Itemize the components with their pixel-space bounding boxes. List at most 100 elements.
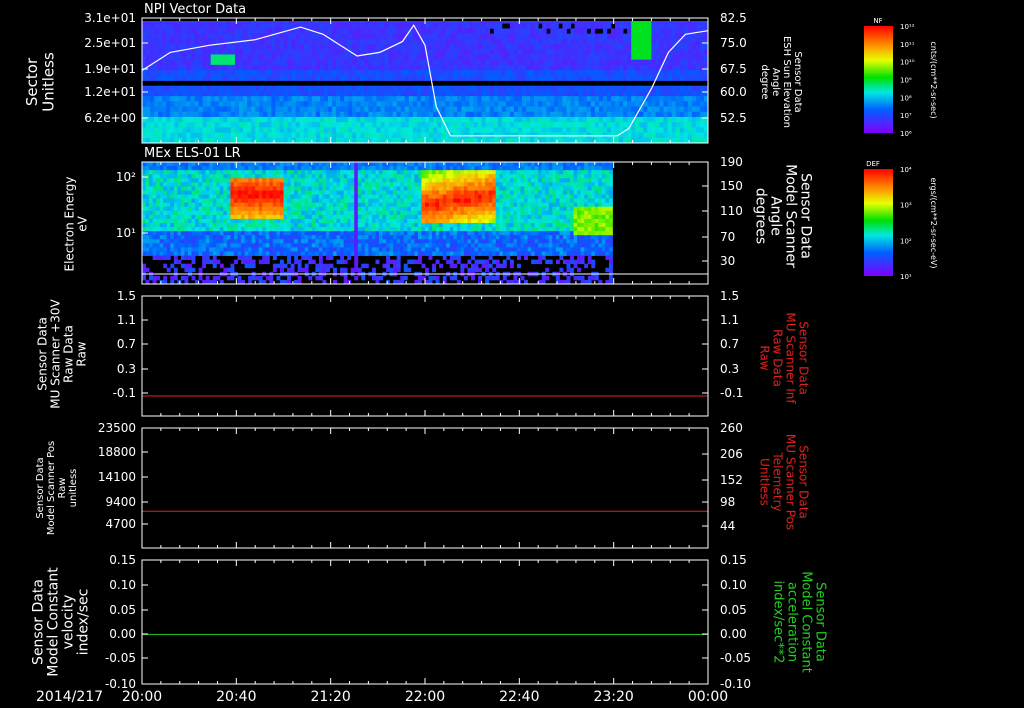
els-heatmap-cell (202, 194, 207, 199)
npi-heatmap-cell (517, 116, 523, 123)
npi-heatmap-cell (465, 23, 470, 29)
npi-heatmap-cell (239, 44, 244, 50)
npi-heatmap-cell (222, 64, 228, 71)
els-heatmap-cell (202, 214, 207, 220)
npi-heatmap-cell (251, 122, 256, 128)
npi-heatmap-cell (623, 59, 628, 66)
npi-heatmap-cell (295, 96, 301, 102)
npi-heatmap-cell (469, 90, 474, 97)
els-heatmap-cell (184, 198, 189, 204)
npi-heatmap-cell (150, 122, 155, 128)
npi-heatmap-cell (182, 70, 187, 76)
els-heatmap-cell (290, 206, 295, 212)
els-heatmap-cell (216, 218, 221, 224)
npi-heatmap-cell (441, 132, 446, 139)
els-heatmap-cell (357, 206, 362, 212)
npi-heatmap-cell (457, 70, 462, 76)
els-heatmap-cell (354, 206, 359, 212)
els-heatmap-cell (322, 190, 327, 195)
npi-heatmap-cell (376, 28, 381, 35)
npi-heatmap-cell (586, 59, 592, 66)
npi-heatmap-cell (445, 33, 450, 40)
npi-heatmap-cell (465, 28, 470, 35)
npi-heatmap-cell (303, 132, 309, 139)
els-heatmap-cell (308, 231, 313, 236)
npi-heatmap-cell (319, 75, 325, 81)
npi-heatmap-cell (433, 127, 438, 133)
els-heatmap-cell (205, 178, 210, 183)
npi-heatmap-cell (582, 101, 588, 107)
npi-heatmap-cell (586, 127, 592, 133)
els-heatmap-cell (209, 251, 214, 256)
npi-heatmap-cell (562, 111, 567, 118)
els-heatmap-cell (173, 218, 178, 224)
npi-heatmap-cell (190, 23, 195, 29)
npi-heatmap-cell (170, 106, 175, 113)
els-heatmap-cell (364, 251, 369, 256)
npi-heatmap-cell (408, 111, 414, 118)
els-heatmap-cell (226, 206, 231, 212)
npi-heatmap-cell (416, 101, 422, 107)
npi-heatmap-cell (295, 127, 301, 133)
npi-heatmap-cell (416, 116, 422, 123)
npi-heatmap-cell (578, 38, 584, 45)
npi-heatmap-cell (582, 106, 588, 113)
els-heatmap-cell (180, 235, 185, 240)
els-heatmap-cell (177, 182, 182, 187)
els-heatmap-cell (159, 218, 164, 224)
els-heatmap-cell (354, 239, 359, 244)
els-heatmap-cell (173, 247, 178, 252)
els-heatmap-cell (184, 275, 189, 281)
els-heatmap-cell (304, 243, 309, 248)
npi-heatmap-cell (384, 132, 390, 139)
els-heatmap-cell (230, 210, 235, 216)
npi-heatmap-cell (319, 54, 325, 61)
els-heatmap-cell (354, 174, 359, 179)
npi-heatmap-cell (198, 64, 204, 71)
els-heatmap-cell (343, 239, 348, 244)
els-heatmap-cell (244, 166, 249, 171)
npi-heatmap-cell (635, 38, 640, 45)
els-heatmap-cell (212, 174, 217, 179)
npi-heatmap-cell (388, 59, 394, 66)
npi-heatmap-cell (655, 23, 660, 29)
npi-heatmap-cell (271, 85, 276, 92)
els-heatmap-cell (187, 210, 192, 216)
npi-heatmap-cell (497, 90, 503, 97)
npi-heatmap-cell (202, 33, 208, 40)
npi-heatmap-cell (554, 33, 559, 40)
npi-heatmap-cell (376, 44, 381, 50)
npi-heatmap-cell (247, 111, 252, 118)
els-heatmap-cell (187, 174, 192, 179)
npi-heatmap-cell (433, 75, 438, 81)
npi-heatmap-cell (619, 111, 624, 118)
npi-heatmap-cell (566, 33, 571, 40)
els-heatmap-cell (173, 214, 178, 220)
els-heatmap-cell (159, 227, 164, 232)
npi-heatmap-cell (178, 23, 183, 29)
els-heatmap-cell (290, 202, 295, 208)
els-heatmap-cell (198, 166, 203, 171)
npi-heatmap-cell (606, 111, 612, 118)
els-heatmap-cell (368, 186, 373, 191)
els-heatmap-cell (241, 227, 245, 232)
npi-heatmap-cell (384, 59, 390, 66)
npi-heatmap-cell (214, 59, 220, 66)
npi-heatmap-cell (671, 38, 677, 45)
npi-heatmap-cell (659, 96, 664, 102)
rtick-label: 67.5 (720, 62, 747, 76)
els-heatmap-cell (166, 190, 171, 195)
npi-heatmap-cell (639, 127, 644, 133)
els-heatmap-cell (230, 198, 235, 204)
npi-heatmap-cell (146, 101, 151, 107)
npi-heatmap-cell (651, 122, 656, 128)
els-heatmap-cell (340, 214, 345, 220)
npi-heatmap-cell (255, 106, 260, 113)
els-heatmap-cell (166, 194, 171, 199)
npi-heatmap-cell (550, 106, 555, 113)
npi-heatmap-cell (526, 127, 531, 133)
npi-heatmap-cell (542, 64, 547, 71)
npi-heatmap-cell (344, 101, 349, 107)
npi-heatmap-cell (303, 64, 309, 71)
els-heatmap-cell (248, 255, 253, 260)
